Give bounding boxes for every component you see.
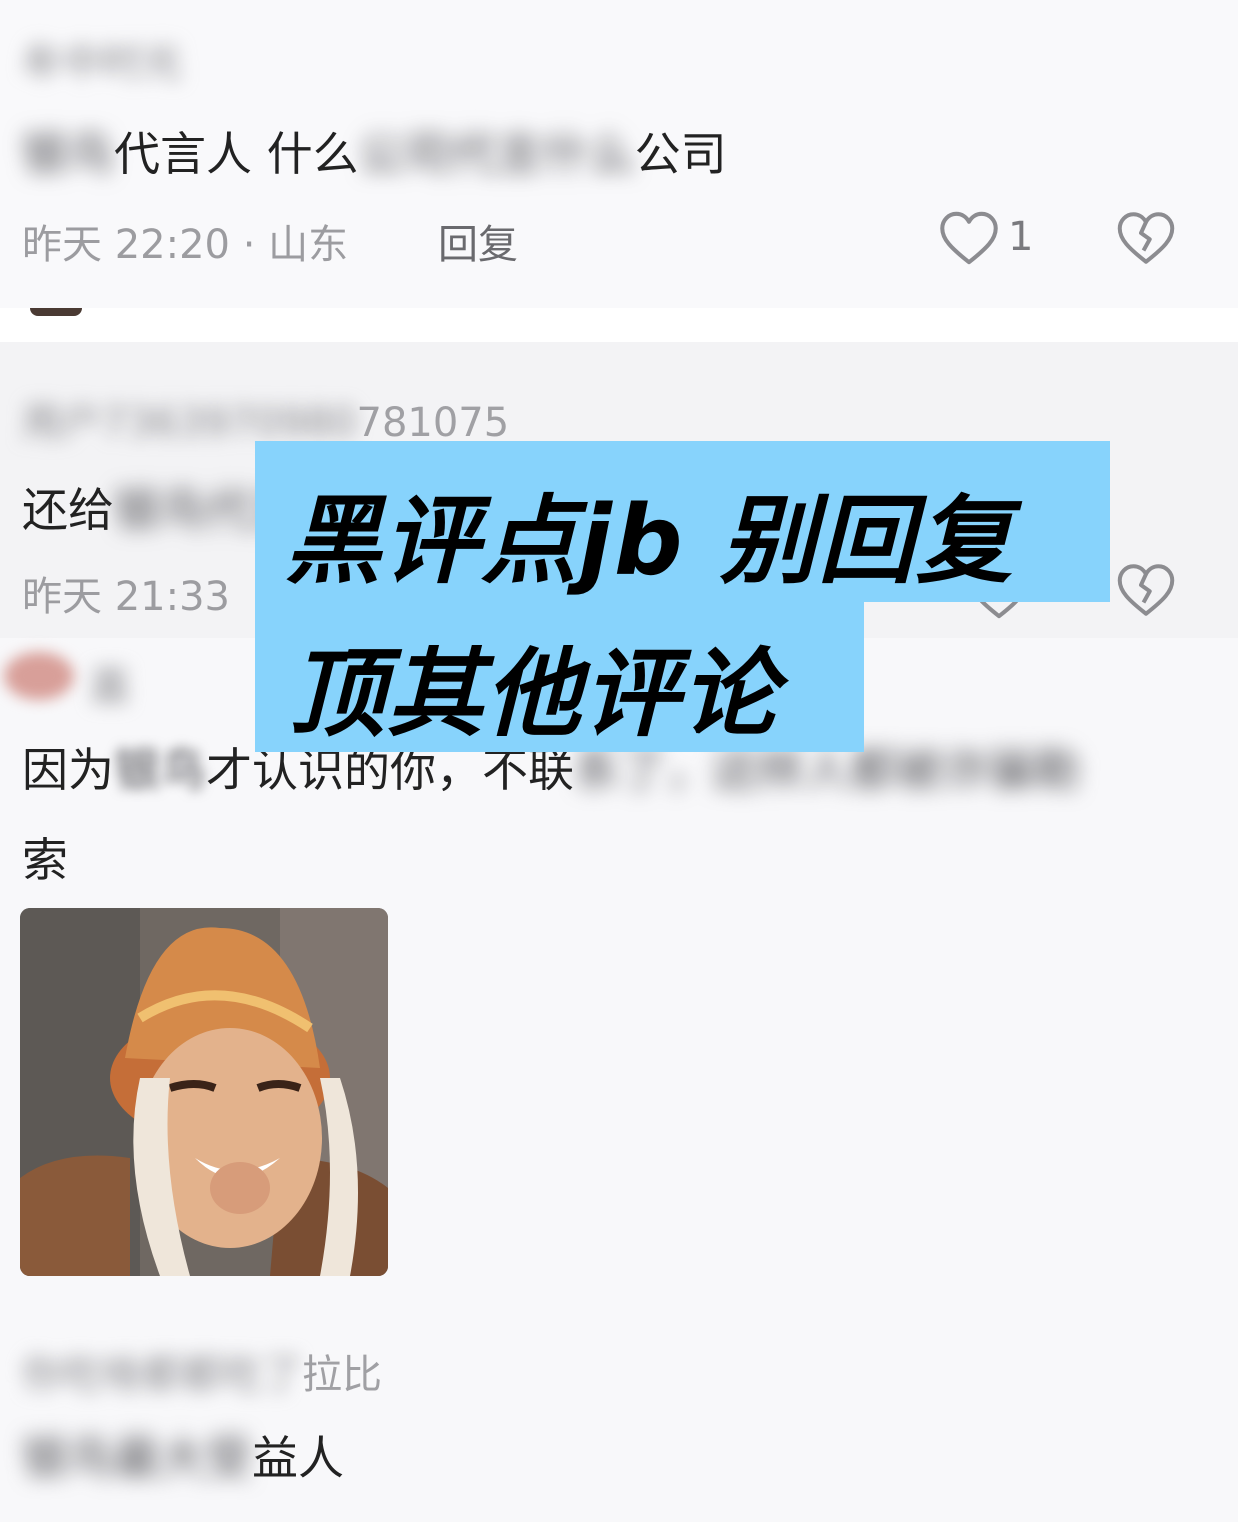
comment-text: 银鸟代言人 什么公司代言什么公司 bbox=[22, 127, 727, 181]
comment-item-4: 你吃啥都都吃了拉比 银鸟最大受益人 bbox=[0, 1298, 1238, 1522]
comment-time-location: 昨天 22:20 · 山东 bbox=[22, 222, 349, 268]
reply-button[interactable]: 回复 bbox=[438, 212, 518, 270]
overlay-caption-line2: 顶其他评论 bbox=[255, 602, 864, 752]
comment-item-1: 牟中时光 银鸟代言人 什么公司代言什么公司 昨天 22:20 · 山东 回复 1 bbox=[0, 0, 1238, 308]
comment-time-location: 昨天 21:33 bbox=[22, 574, 230, 620]
comment-username[interactable]: 用户7363970980781075 bbox=[22, 390, 509, 448]
meme-photo-graphic bbox=[20, 908, 388, 1276]
comment-text: 银鸟最大受益人 bbox=[22, 1431, 344, 1485]
broken-heart-icon[interactable] bbox=[1116, 562, 1176, 618]
avatar[interactable] bbox=[30, 308, 82, 316]
comment-username[interactable]: 嘉 bbox=[90, 654, 130, 712]
separator bbox=[0, 308, 1238, 342]
comment-username[interactable]: 牟中时光 bbox=[22, 30, 182, 88]
avatar[interactable] bbox=[4, 652, 74, 700]
comment-image[interactable] bbox=[20, 908, 388, 1276]
comment-text-line: 索 bbox=[22, 833, 68, 887]
overlay-caption-line1: 黑评点jb 别回复 bbox=[255, 441, 1110, 602]
like-count: 1 bbox=[1008, 214, 1034, 260]
broken-heart-icon[interactable] bbox=[1116, 210, 1176, 266]
heart-outline-icon[interactable] bbox=[938, 210, 1000, 266]
comment-username[interactable]: 你吃啥都都吃了拉比 bbox=[22, 1342, 382, 1400]
